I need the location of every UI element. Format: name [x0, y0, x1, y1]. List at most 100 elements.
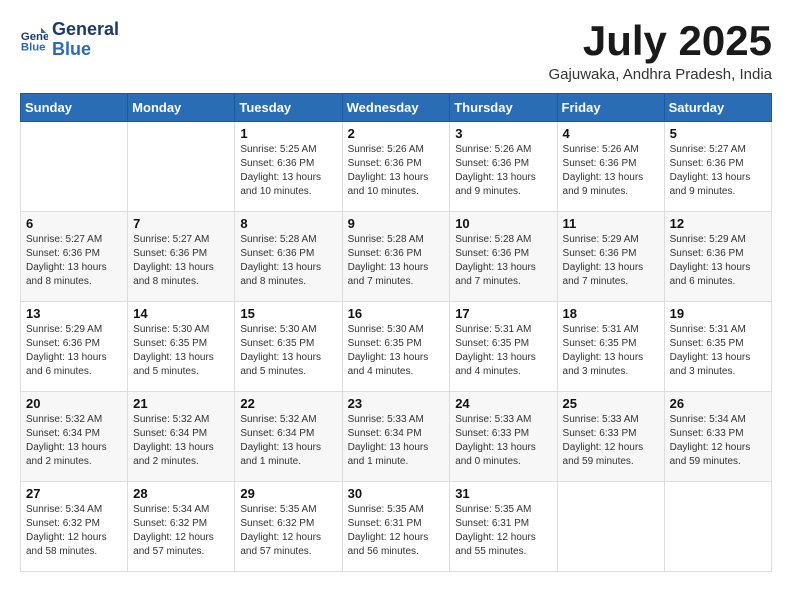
day-info: Sunrise: 5:35 AM Sunset: 6:32 PM Dayligh…: [240, 503, 336, 559]
calendar-cell: 8Sunrise: 5:28 AM Sunset: 6:36 PM Daylig…: [235, 212, 342, 302]
calendar-cell: [664, 482, 771, 572]
day-info: Sunrise: 5:33 AM Sunset: 6:33 PM Dayligh…: [563, 413, 659, 469]
day-number: 23: [348, 396, 445, 411]
day-number: 16: [348, 306, 445, 321]
day-number: 1: [240, 126, 336, 141]
calendar-cell: 6 Sunrise: 5:27 AM Sunset: 6:36 PM Daylig…: [21, 212, 128, 302]
calendar-cell: 24 Sunrise: 5:33 AM Sunset: 6:33 PM Dayli…: [450, 392, 557, 482]
day-info: Sunrise: 5:28 AM Sunset: 6:36 PM Dayligh…: [455, 233, 551, 289]
day-info: Sunrise: 5:26 AM Sunset: 6:36 PM Dayligh…: [455, 143, 551, 199]
day-number: 15: [240, 306, 336, 321]
calendar-cell: 15Sunrise: 5:30 AM Sunset: 6:35 PM Dayli…: [235, 302, 342, 392]
day-info: Sunrise: 5:29 AM Sunset: 6:36 PM Dayligh…: [670, 233, 766, 289]
day-number: 19: [670, 306, 766, 321]
day-number: 24: [455, 396, 551, 411]
day-number: 20: [26, 396, 122, 411]
day-info: Sunrise: 5:26 AM Sunset: 6:36 PM Dayligh…: [348, 143, 445, 199]
calendar-week-4: 20 Sunrise: 5:32 AM Sunset: 6:34 PM Dayli…: [21, 392, 772, 482]
calendar-cell: 1 Sunrise: 5:25 AM Sunset: 6:36 PM Daylig…: [235, 122, 342, 212]
day-number: 10: [455, 216, 551, 231]
day-info: Sunrise: 5:29 AM Sunset: 6:36 PM Dayligh…: [26, 323, 122, 379]
day-number: 3: [455, 126, 551, 141]
calendar-cell: [128, 122, 235, 212]
svg-text:Blue: Blue: [21, 41, 46, 53]
weekday-header-sunday: Sunday: [21, 94, 128, 122]
day-number: 11: [563, 216, 659, 231]
calendar-cell: [21, 122, 128, 212]
calendar-cell: 9 Sunrise: 5:28 AM Sunset: 6:36 PM Daylig…: [342, 212, 450, 302]
logo-blue: Blue: [52, 39, 91, 59]
calendar-cell: 18Sunrise: 5:31 AM Sunset: 6:35 PM Dayli…: [557, 302, 664, 392]
calendar-cell: 12 Sunrise: 5:29 AM Sunset: 6:36 PM Dayli…: [664, 212, 771, 302]
day-number: 31: [455, 486, 551, 501]
day-info: Sunrise: 5:28 AM Sunset: 6:36 PM Dayligh…: [240, 233, 336, 289]
day-info: Sunrise: 5:34 AM Sunset: 6:33 PM Dayligh…: [670, 413, 766, 469]
calendar-cell: 7 Sunrise: 5:27 AM Sunset: 6:36 PM Daylig…: [128, 212, 235, 302]
day-info: Sunrise: 5:27 AM Sunset: 6:36 PM Dayligh…: [133, 233, 229, 289]
calendar-week-5: 27Sunrise: 5:34 AM Sunset: 6:32 PM Dayli…: [21, 482, 772, 572]
calendar-cell: 14 Sunrise: 5:30 AM Sunset: 6:35 PM Dayli…: [128, 302, 235, 392]
calendar-cell: 29 Sunrise: 5:35 AM Sunset: 6:32 PM Dayli…: [235, 482, 342, 572]
day-number: 22: [240, 396, 336, 411]
day-info: Sunrise: 5:32 AM Sunset: 6:34 PM Dayligh…: [240, 413, 336, 469]
day-number: 4: [563, 126, 659, 141]
logo-text-line1: General Blue: [52, 20, 119, 60]
day-info: Sunrise: 5:28 AM Sunset: 6:36 PM Dayligh…: [348, 233, 445, 289]
day-number: 28: [133, 486, 229, 501]
day-number: 17: [455, 306, 551, 321]
calendar-cell: 21Sunrise: 5:32 AM Sunset: 6:34 PM Dayli…: [128, 392, 235, 482]
weekday-header-saturday: Saturday: [664, 94, 771, 122]
day-info: Sunrise: 5:34 AM Sunset: 6:32 PM Dayligh…: [26, 503, 122, 559]
calendar-cell: 25 Sunrise: 5:33 AM Sunset: 6:33 PM Dayli…: [557, 392, 664, 482]
day-info: Sunrise: 5:32 AM Sunset: 6:34 PM Dayligh…: [133, 413, 229, 469]
day-number: 26: [670, 396, 766, 411]
calendar-cell: 19 Sunrise: 5:31 AM Sunset: 6:35 PM Dayli…: [664, 302, 771, 392]
day-number: 14: [133, 306, 229, 321]
calendar-cell: 27Sunrise: 5:34 AM Sunset: 6:32 PM Dayli…: [21, 482, 128, 572]
day-info: Sunrise: 5:29 AM Sunset: 6:36 PM Dayligh…: [563, 233, 659, 289]
day-info: Sunrise: 5:34 AM Sunset: 6:32 PM Dayligh…: [133, 503, 229, 559]
calendar-cell: 3 Sunrise: 5:26 AM Sunset: 6:36 PM Daylig…: [450, 122, 557, 212]
calendar-cell: 22 Sunrise: 5:32 AM Sunset: 6:34 PM Dayli…: [235, 392, 342, 482]
calendar-cell: 2 Sunrise: 5:26 AM Sunset: 6:36 PM Daylig…: [342, 122, 450, 212]
day-number: 5: [670, 126, 766, 141]
calendar-cell: 4Sunrise: 5:26 AM Sunset: 6:36 PM Daylig…: [557, 122, 664, 212]
day-info: Sunrise: 5:31 AM Sunset: 6:35 PM Dayligh…: [670, 323, 766, 379]
day-info: Sunrise: 5:35 AM Sunset: 6:31 PM Dayligh…: [455, 503, 551, 559]
header: General Blue General Blue July 2025 Gaju…: [20, 20, 772, 83]
month-title: July 2025: [549, 20, 772, 62]
calendar-cell: 11 Sunrise: 5:29 AM Sunset: 6:36 PM Dayli…: [557, 212, 664, 302]
day-info: Sunrise: 5:27 AM Sunset: 6:36 PM Dayligh…: [26, 233, 122, 289]
calendar-week-1: 1 Sunrise: 5:25 AM Sunset: 6:36 PM Daylig…: [21, 122, 772, 212]
calendar-table: SundayMondayTuesdayWednesdayThursdayFrid…: [20, 93, 772, 572]
day-info: Sunrise: 5:27 AM Sunset: 6:36 PM Dayligh…: [670, 143, 766, 199]
day-info: Sunrise: 5:25 AM Sunset: 6:36 PM Dayligh…: [240, 143, 336, 199]
day-number: 2: [348, 126, 445, 141]
day-number: 25: [563, 396, 659, 411]
location: Gajuwaka, Andhra Pradesh, India: [549, 66, 772, 83]
day-info: Sunrise: 5:31 AM Sunset: 6:35 PM Dayligh…: [563, 323, 659, 379]
calendar-week-3: 13Sunrise: 5:29 AM Sunset: 6:36 PM Dayli…: [21, 302, 772, 392]
day-number: 30: [348, 486, 445, 501]
calendar-week-2: 6 Sunrise: 5:27 AM Sunset: 6:36 PM Daylig…: [21, 212, 772, 302]
calendar-cell: 30Sunrise: 5:35 AM Sunset: 6:31 PM Dayli…: [342, 482, 450, 572]
day-info: Sunrise: 5:30 AM Sunset: 6:35 PM Dayligh…: [133, 323, 229, 379]
logo-general: General: [52, 19, 119, 39]
day-info: Sunrise: 5:31 AM Sunset: 6:35 PM Dayligh…: [455, 323, 551, 379]
calendar-cell: 26 Sunrise: 5:34 AM Sunset: 6:33 PM Dayli…: [664, 392, 771, 482]
day-number: 7: [133, 216, 229, 231]
day-number: 29: [240, 486, 336, 501]
day-number: 6: [26, 216, 122, 231]
day-number: 12: [670, 216, 766, 231]
day-info: Sunrise: 5:33 AM Sunset: 6:33 PM Dayligh…: [455, 413, 551, 469]
logo: General Blue General Blue: [20, 20, 119, 60]
calendar-cell: 13Sunrise: 5:29 AM Sunset: 6:36 PM Dayli…: [21, 302, 128, 392]
calendar-cell: 31 Sunrise: 5:35 AM Sunset: 6:31 PM Dayli…: [450, 482, 557, 572]
day-info: Sunrise: 5:32 AM Sunset: 6:34 PM Dayligh…: [26, 413, 122, 469]
calendar-cell: 28 Sunrise: 5:34 AM Sunset: 6:32 PM Dayli…: [128, 482, 235, 572]
calendar-cell: [557, 482, 664, 572]
calendar-cell: 5 Sunrise: 5:27 AM Sunset: 6:36 PM Daylig…: [664, 122, 771, 212]
weekday-header-monday: Monday: [128, 94, 235, 122]
weekday-header-wednesday: Wednesday: [342, 94, 450, 122]
day-number: 9: [348, 216, 445, 231]
